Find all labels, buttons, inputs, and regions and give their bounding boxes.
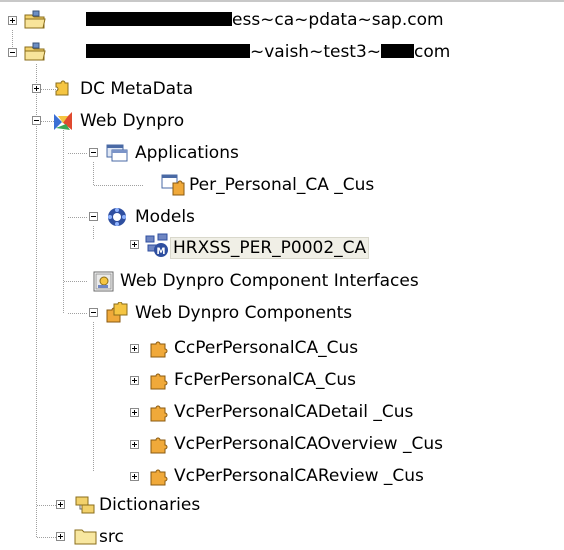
tree-item-label: Web Dynpro Component Interfaces xyxy=(120,271,419,291)
component-puzzle-icon xyxy=(148,402,168,422)
expand-comp-vc-detail-toggle[interactable] xyxy=(130,408,139,417)
collapse-web-dynpro-toggle[interactable] xyxy=(32,116,41,125)
expand-project-1-toggle[interactable] xyxy=(8,16,17,25)
component-interface-icon xyxy=(92,270,114,292)
svg-text:M: M xyxy=(157,247,166,257)
redacted-text-block xyxy=(86,43,250,58)
tree-item-label: Models xyxy=(135,207,195,227)
folder-icon xyxy=(74,526,97,546)
tree-item-dictionaries[interactable]: Dictionaries xyxy=(97,490,202,520)
tree-item-component-interfaces[interactable]: Web Dynpro Component Interfaces xyxy=(118,266,421,296)
model-icon: M xyxy=(144,232,168,257)
tree-item-web-dynpro[interactable]: Web Dynpro xyxy=(78,106,186,136)
component-puzzle-icon xyxy=(148,370,168,390)
tree-item-label: Per_Personal_CA _Cus xyxy=(189,175,375,195)
collapse-applications-toggle[interactable] xyxy=(89,148,98,157)
tree-item-per-personal-ca-cus[interactable]: Per_Personal_CA _Cus xyxy=(187,170,376,200)
tree-item-label: ess~ca~pdata~sap.com xyxy=(232,10,444,30)
tree-item-project-2[interactable]: ~vaish~test3~ com xyxy=(86,37,450,67)
tree-item-label: VcPerPersonalCAOverview _Cus xyxy=(174,434,443,454)
tree-item-applications[interactable]: Applications xyxy=(133,138,241,168)
redacted-text-block xyxy=(86,11,232,26)
expand-model-hrxss-toggle[interactable] xyxy=(130,240,139,249)
application-window-icon xyxy=(161,173,185,196)
project-explorer-tree: ess~ca~pdata~sap.com ~vaish~test3~ com DC… xyxy=(0,0,564,550)
tree-item-label: Dictionaries xyxy=(99,495,201,515)
tree-item-src[interactable]: src xyxy=(97,522,126,550)
expand-comp-vc-overview-toggle[interactable] xyxy=(130,440,139,449)
tree-item-label: Web Dynpro xyxy=(80,111,185,131)
expand-dc-metadata-toggle[interactable] xyxy=(32,84,41,93)
tree-item-comp-vc-overview[interactable]: VcPerPersonalCAOverview _Cus xyxy=(172,429,445,459)
web-dynpro-icon xyxy=(52,110,72,130)
dictionaries-icon xyxy=(74,494,95,514)
redacted-text-block xyxy=(381,43,415,58)
tree-item-comp-fc[interactable]: FcPerPersonalCA_Cus xyxy=(172,365,358,395)
collapse-components-toggle[interactable] xyxy=(89,308,98,317)
tree-item-label: src xyxy=(99,527,124,547)
component-puzzle-icon xyxy=(148,466,168,486)
tree-item-label: VcPerPersonalCADetail _Cus xyxy=(174,402,414,422)
tree-item-comp-vc-review[interactable]: VcPerPersonalCAReview _Cus xyxy=(172,461,426,491)
tree-item-models[interactable]: Models xyxy=(133,202,197,232)
tree-item-label-part: com xyxy=(414,42,451,62)
tree-item-dc-metadata[interactable]: DC MetaData xyxy=(78,74,195,104)
folder-project-icon xyxy=(24,42,46,62)
tree-item-comp-cc[interactable]: CcPerPersonalCA_Cus xyxy=(172,333,360,363)
tree-item-label: DC MetaData xyxy=(80,79,194,99)
applications-icon xyxy=(106,142,128,162)
tree-item-label: CcPerPersonalCA_Cus xyxy=(174,338,359,358)
folder-project-icon xyxy=(24,10,46,30)
metadata-puzzle-icon xyxy=(52,79,72,99)
expand-src-toggle[interactable] xyxy=(56,532,65,541)
expand-comp-vc-review-toggle[interactable] xyxy=(130,472,139,481)
tree-item-label-part: ~vaish~test3~ xyxy=(250,42,382,62)
tree-item-comp-vc-detail[interactable]: VcPerPersonalCADetail _Cus xyxy=(172,397,415,427)
tree-item-label: Web Dynpro Components xyxy=(135,303,353,323)
expand-comp-cc-toggle[interactable] xyxy=(130,344,139,353)
tree-item-label: VcPerPersonalCAReview _Cus xyxy=(174,466,424,486)
components-icon xyxy=(105,302,128,323)
tree-item-label: FcPerPersonalCA_Cus xyxy=(174,370,356,390)
tree-item-hrxss-per-p0002-ca[interactable]: HRXSS_PER_P0002_CA xyxy=(169,233,370,263)
tree-item-components[interactable]: Web Dynpro Components xyxy=(133,298,354,328)
component-puzzle-icon xyxy=(148,338,168,358)
tree-item-project-1[interactable]: ess~ca~pdata~sap.com xyxy=(86,5,444,35)
component-puzzle-icon xyxy=(148,434,168,454)
expand-comp-fc-toggle[interactable] xyxy=(130,376,139,385)
collapse-models-toggle[interactable] xyxy=(89,212,98,221)
models-icon xyxy=(106,206,126,226)
tree-item-label: Applications xyxy=(135,143,239,163)
expand-dictionaries-toggle[interactable] xyxy=(56,500,65,509)
collapse-project-2-toggle[interactable] xyxy=(8,48,17,57)
tree-item-label: HRXSS_PER_P0002_CA xyxy=(169,237,370,259)
